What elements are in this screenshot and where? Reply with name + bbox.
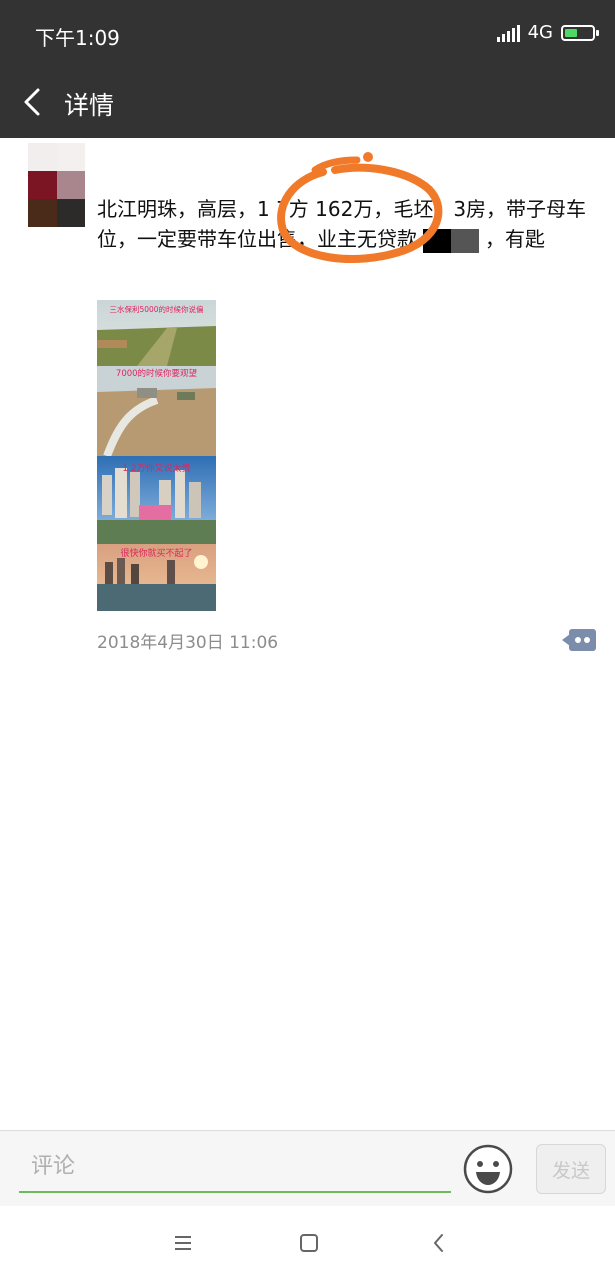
status-icons: 4G (496, 22, 599, 43)
image-caption-2: 7000的时候你要观望 (116, 368, 198, 379)
more-actions-icon[interactable] (562, 629, 596, 651)
comment-input[interactable] (19, 1141, 451, 1193)
comment-bar: 发送 (0, 1130, 615, 1207)
avatar[interactable] (28, 143, 85, 227)
battery-charging-icon (561, 24, 599, 41)
smiley-icon[interactable] (462, 1143, 514, 1195)
image-caption-1: 三水保利5000的时候你说偏 (109, 304, 203, 314)
image-caption-4: 很快你就买不起了 (120, 547, 192, 559)
image-caption-3: 1.2万你又说太贵 (122, 462, 190, 474)
back-triangle-icon[interactable] (426, 1230, 452, 1256)
post-text: 北江明珠，高层，1 7方 162万，毛坯，3房，带子母车位，一定要带车位出售，业… (97, 194, 597, 254)
post-image[interactable]: 三水保利5000的时候你说偏 7000的时候你要观望 1.2万你又说太贵 很快你… (97, 300, 216, 611)
nav-bar: 详情 (0, 68, 615, 138)
redacted-block (423, 228, 479, 253)
menu-icon[interactable] (170, 1230, 196, 1256)
network-type: 4G (527, 22, 553, 43)
post-text-tail: ，有匙 (485, 227, 545, 251)
system-nav-bar (0, 1206, 615, 1280)
status-bar: 下午1:09 4G (0, 0, 615, 68)
post-timestamp: 2018年4月30日 11:06 (97, 633, 279, 653)
square-home-icon[interactable] (296, 1230, 322, 1256)
chevron-left-icon[interactable] (18, 84, 48, 120)
status-time: 下午1:09 (35, 26, 120, 50)
send-button[interactable]: 发送 (536, 1144, 606, 1194)
page-title: 详情 (64, 91, 115, 120)
signal-bars-icon (496, 24, 520, 42)
